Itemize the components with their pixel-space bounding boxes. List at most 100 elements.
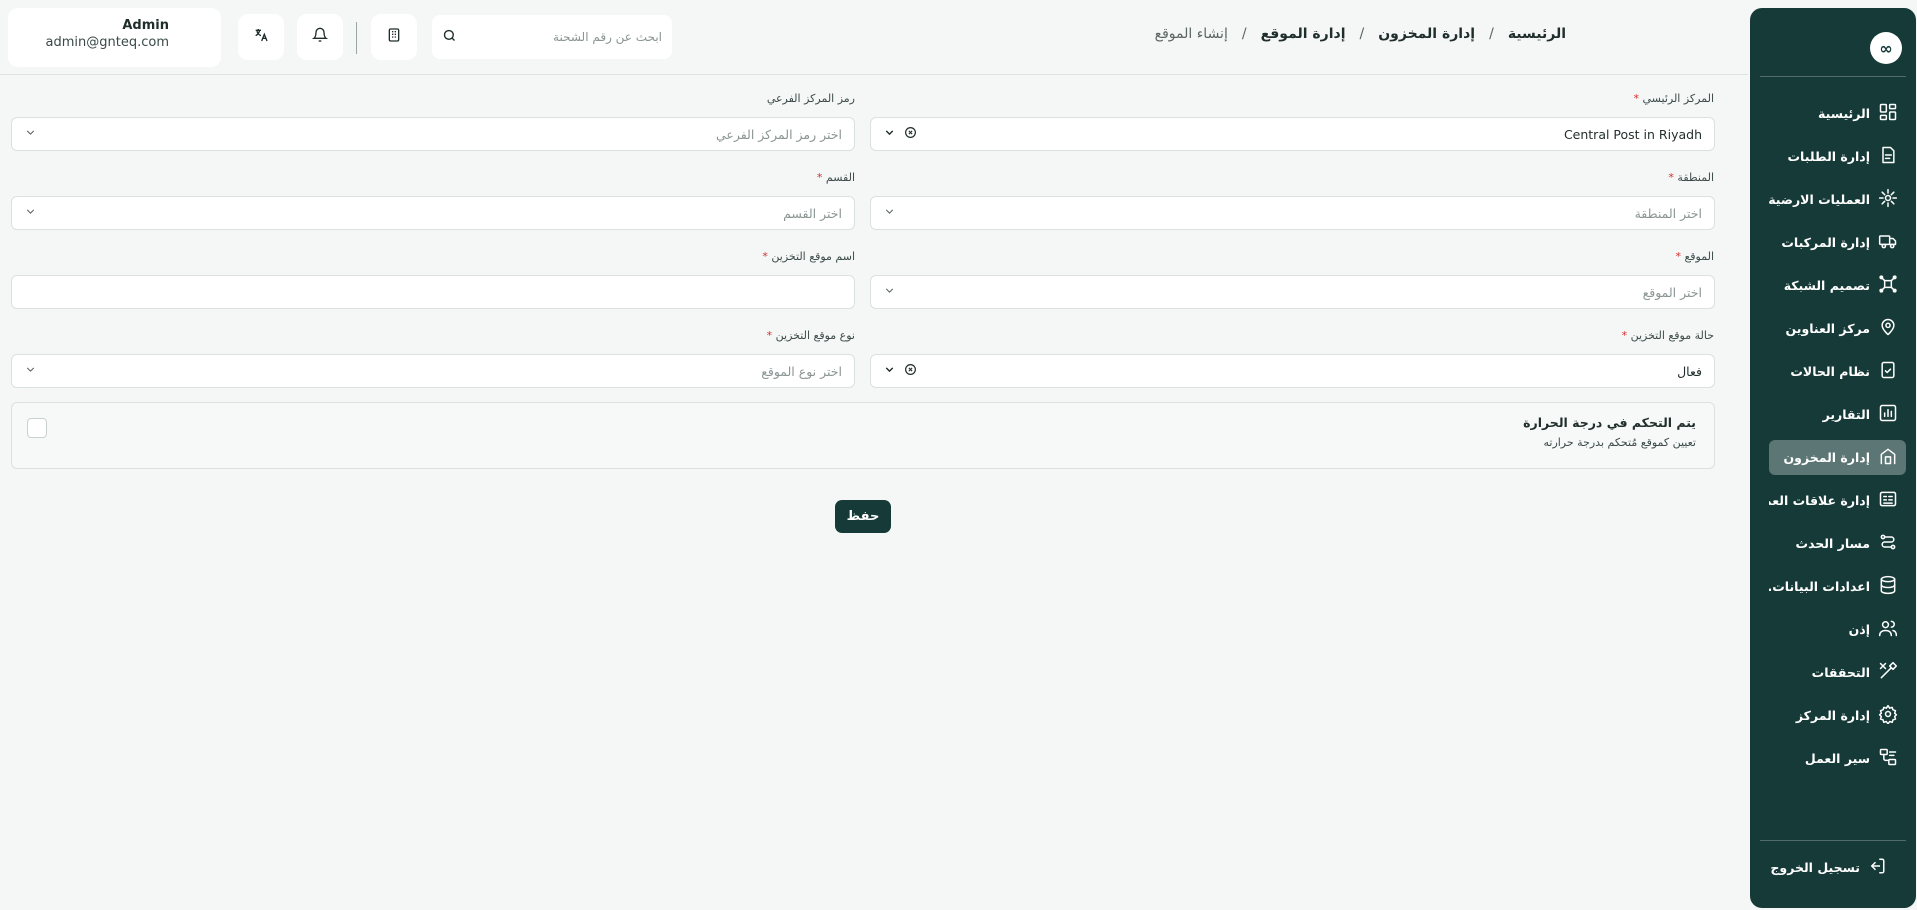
sub-center-code-select[interactable]: اختر رمز المركز الفرعي: [11, 117, 855, 151]
location-label: الموقع *: [1675, 250, 1714, 263]
center-gear-icon: [1878, 704, 1898, 727]
chevron-down-icon[interactable]: [883, 363, 896, 379]
sidebar-item-workflow[interactable]: سير العمل: [1769, 741, 1906, 776]
user-card[interactable]: Admin admin@gnteq.com: [8, 8, 221, 67]
sidebar-item-status[interactable]: نظام الحالات: [1769, 354, 1906, 389]
translate-icon: [253, 27, 269, 47]
sidebar-item-users[interactable]: إذن: [1769, 612, 1906, 647]
search-icon: [442, 28, 457, 47]
user-name: Admin: [122, 18, 169, 33]
breadcrumb-separator: /: [1359, 26, 1365, 42]
sidebar-item-orders[interactable]: إدارة الطلبات: [1769, 139, 1906, 174]
sidebar-item-network[interactable]: تصميم الشبكة: [1769, 268, 1906, 303]
sidebar-divider-bottom: [1760, 840, 1906, 841]
storage-name-label: اسم موقع التخزين *: [762, 250, 855, 263]
building-icon: [386, 27, 402, 47]
storage-status-value: فعال: [1677, 363, 1702, 379]
sidebar-item-label: مركز العناوين: [1785, 321, 1870, 336]
temperature-title: يتم التحكم في درجة الحرارة: [1523, 415, 1696, 430]
building-button[interactable]: [371, 14, 417, 60]
sidebar-item-label: الرئيسية: [1818, 106, 1870, 121]
storage-status-select[interactable]: فعال: [870, 354, 1715, 388]
app-logo[interactable]: ∞: [1870, 32, 1902, 64]
logout-icon: [1868, 857, 1886, 878]
reports-icon: [1878, 403, 1898, 426]
sidebar-divider-top: [1760, 76, 1906, 77]
sidebar-item-tools[interactable]: التحققات: [1769, 655, 1906, 690]
region-placeholder: اختر المنطقة: [1634, 205, 1702, 221]
chevron-down-icon[interactable]: [883, 126, 896, 142]
sidebar-item-label: إدارة الطلبات: [1787, 149, 1870, 164]
ground-ops-icon: [1878, 188, 1898, 211]
region-select[interactable]: اختر المنطقة: [870, 196, 1715, 230]
sidebar-item-map-pin[interactable]: مركز العناوين: [1769, 311, 1906, 346]
sidebar-item-reports[interactable]: التقارير: [1769, 397, 1906, 432]
region-label: المنطقة *: [1668, 171, 1714, 184]
sidebar-item-label: إدارة المخزون: [1783, 450, 1871, 465]
logout-button[interactable]: تسجيل الخروج: [1770, 857, 1886, 878]
sidebar-item-dashboard[interactable]: الرئيسية: [1769, 96, 1906, 131]
search-input[interactable]: [457, 30, 662, 44]
sidebar-item-label: مسار الحدث: [1795, 536, 1870, 551]
breadcrumb-inventory[interactable]: إدارة المخزون: [1378, 26, 1475, 42]
sidebar-item-label: إذن: [1848, 622, 1870, 637]
chevron-down-icon: [24, 205, 37, 221]
storage-status-label: حالة موقع التخزين *: [1621, 329, 1714, 342]
sidebar-nav: الرئيسية إدارة الطلبات العمليات الارضية إدا…: [1769, 96, 1906, 784]
temperature-description: تعيين كموقع مُتحكم بدرجة حرارته: [1543, 436, 1696, 449]
logout-label: تسجيل الخروج: [1770, 860, 1860, 875]
main-center-label: المركز الرئيسي *: [1633, 92, 1714, 105]
sidebar-item-label: إدارة علاقات العملاء: [1769, 493, 1870, 508]
sidebar-item-label: اعدادات البيانات...: [1769, 579, 1870, 594]
database-icon: [1878, 575, 1898, 598]
sidebar-item-label: سير العمل: [1804, 751, 1870, 766]
breadcrumb-location-management[interactable]: إدارة الموقع: [1261, 26, 1346, 42]
sidebar-item-label: التقارير: [1822, 407, 1870, 422]
sidebar-item-ground-ops[interactable]: العمليات الارضية: [1769, 182, 1906, 217]
workflow-icon: [1878, 747, 1898, 770]
chevron-down-icon: [24, 363, 37, 379]
users-icon: [1878, 618, 1898, 641]
save-button[interactable]: حفظ: [835, 500, 891, 533]
inventory-icon: [1878, 446, 1898, 469]
main-center-select[interactable]: Central Post in Riyadh: [870, 117, 1715, 151]
sidebar-item-route[interactable]: مسار الحدث: [1769, 526, 1906, 561]
breadcrumb-current: إنشاء الموقع: [1154, 26, 1228, 42]
sub-center-code-label: رمز المركز الفرعي: [766, 92, 855, 105]
clear-icon[interactable]: [904, 126, 917, 142]
main-center-value: Central Post in Riyadh: [1563, 126, 1702, 142]
storage-type-select[interactable]: اختر نوع الموقع: [11, 354, 855, 388]
sidebar-item-center-gear[interactable]: إدارة المركز: [1769, 698, 1906, 733]
temperature-checkbox[interactable]: [27, 418, 47, 438]
language-button[interactable]: [238, 14, 284, 60]
sidebar-item-truck[interactable]: إدارة المركبات: [1769, 225, 1906, 260]
section-select[interactable]: اختر القسم: [11, 196, 855, 230]
network-icon: [1878, 274, 1898, 297]
location-select[interactable]: اختر الموقع: [870, 275, 1715, 309]
shipment-search: [432, 15, 672, 59]
breadcrumb-home[interactable]: الرئيسية: [1508, 26, 1566, 42]
location-placeholder: اختر الموقع: [1642, 284, 1702, 300]
chevron-down-icon: [883, 284, 896, 300]
storage-type-placeholder: اختر نوع الموقع: [761, 363, 842, 379]
temperature-control-card: يتم التحكم في درجة الحرارة تعيين كموقع م…: [11, 402, 1715, 469]
section-placeholder: اختر القسم: [783, 205, 842, 221]
clear-icon[interactable]: [904, 363, 917, 379]
header-separator: [356, 22, 357, 54]
sidebar-item-label: إدارة المركبات: [1781, 235, 1870, 250]
storage-type-label: نوع موقع التخزين *: [766, 329, 855, 342]
sub-center-code-placeholder: اختر رمز المركز الفرعي: [715, 126, 842, 142]
breadcrumb: الرئيسية / إدارة المخزون / إدارة الموقع …: [1155, 26, 1566, 42]
route-icon: [1878, 532, 1898, 555]
sidebar-item-label: العمليات الارضية: [1769, 192, 1870, 207]
breadcrumb-separator: /: [1489, 26, 1494, 42]
sidebar-item-database[interactable]: اعدادات البيانات...: [1769, 569, 1906, 604]
chevron-down-icon: [883, 205, 896, 221]
storage-name-input[interactable]: [11, 275, 855, 309]
sidebar-item-crm[interactable]: إدارة علاقات العملاء: [1769, 483, 1906, 518]
sidebar-item-inventory[interactable]: إدارة المخزون: [1769, 440, 1906, 475]
crm-icon: [1878, 489, 1898, 512]
notifications-button[interactable]: [297, 14, 343, 60]
sidebar-item-label: نظام الحالات: [1790, 364, 1870, 379]
sidebar-item-label: التحققات: [1811, 665, 1870, 680]
